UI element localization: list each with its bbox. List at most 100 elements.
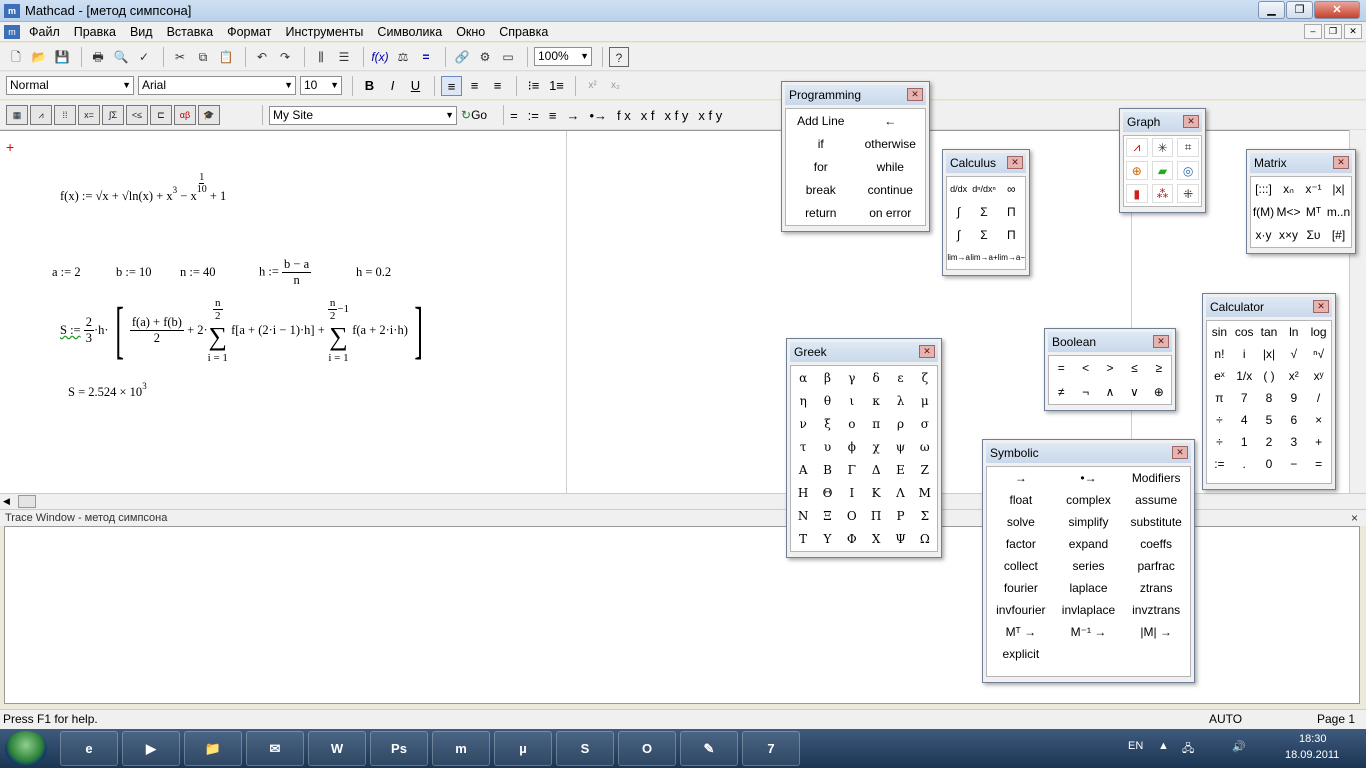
close-button[interactable]: ✕ <box>1314 1 1360 19</box>
network-icon[interactable]: 🖧 <box>1182 740 1194 759</box>
determinant-button[interactable]: |x| <box>1326 177 1351 200</box>
boolean-button-8[interactable]: ∨ <box>1122 380 1146 404</box>
doc-close-button[interactable]: ✕ <box>1344 24 1362 39</box>
align-across-icon[interactable]: ⫼ <box>311 47 331 67</box>
function-definition[interactable]: f(x) := √x + √ln(x) + x3 − x 1 10 + 1 <box>60 172 226 215</box>
greek-close-button[interactable]: ✕ <box>919 345 935 358</box>
bold-button[interactable]: B <box>359 76 380 96</box>
summation-button[interactable]: Σ <box>970 200 997 223</box>
picture-button[interactable]: [#] <box>1326 223 1351 246</box>
calculator-button-29[interactable]: + <box>1306 431 1331 453</box>
greek-button-21[interactable]: χ <box>864 435 888 458</box>
greek-button-19[interactable]: υ <box>815 435 839 458</box>
menu-view[interactable]: Вид <box>123 25 160 39</box>
calculator-button-5[interactable]: n! <box>1207 343 1232 365</box>
align-center-icon[interactable]: ≡ <box>464 76 485 96</box>
mathcad-taskbar-icon[interactable]: m <box>432 731 490 766</box>
trace-close-button[interactable]: × <box>1351 510 1358 527</box>
underline-button[interactable]: U <box>405 76 426 96</box>
copy-icon[interactable]: ⧉ <box>193 47 213 67</box>
calculator-button-10[interactable]: eˣ <box>1207 365 1232 387</box>
vector-sum-button[interactable]: Συ <box>1301 223 1326 246</box>
calculator-button-11[interactable]: 1/x <box>1232 365 1257 387</box>
op-global-define[interactable]: ≡ <box>549 108 557 123</box>
boolean-button-5[interactable]: ≠ <box>1049 380 1073 404</box>
insert-hyperlink-icon[interactable]: 🔗 <box>452 47 472 67</box>
numbering-icon[interactable]: 1≡ <box>546 76 567 96</box>
calculus-close-button[interactable]: ✕ <box>1007 156 1023 169</box>
boolean-close-button[interactable]: ✕ <box>1153 335 1169 348</box>
clock-time[interactable]: 18:30 <box>1299 733 1327 745</box>
greek-button-10[interactable]: λ <box>888 389 912 412</box>
superscript-icon[interactable]: x² <box>582 76 603 96</box>
symbolic-button-9[interactable]: factor <box>987 533 1055 555</box>
scatter-plot-icon[interactable]: ⁂ <box>1151 184 1174 203</box>
op-infix[interactable]: x f y <box>665 108 689 123</box>
symbolic-button-23[interactable]: |M| → <box>1122 621 1190 643</box>
inverse-button[interactable]: x⁻¹ <box>1301 177 1326 200</box>
symbolic-button-2[interactable]: Modifiers <box>1122 467 1190 489</box>
component-wizard-icon[interactable]: ⚙ <box>475 47 495 67</box>
greek-button-8[interactable]: ι <box>840 389 864 412</box>
menu-edit[interactable]: Правка <box>67 25 123 39</box>
calculator-button-15[interactable]: π <box>1207 387 1232 409</box>
skype-icon[interactable]: S <box>556 731 614 766</box>
limit-button[interactable]: lim→a <box>947 246 970 269</box>
continue-button[interactable]: continue <box>856 178 926 201</box>
restore-button[interactable]: ❐ <box>1286 1 1313 19</box>
boolean-button-4[interactable]: ≥ <box>1147 356 1171 380</box>
symbolic-button-10[interactable]: expand <box>1055 533 1123 555</box>
greek-button-33[interactable]: Κ <box>864 481 888 504</box>
S-result[interactable]: S = 2.524 × 103 <box>68 381 147 400</box>
greek-button-14[interactable]: ο <box>840 412 864 435</box>
notes-icon[interactable]: ✎ <box>680 731 738 766</box>
symbolic-button-15[interactable]: fourier <box>987 577 1055 599</box>
boolean-button-1[interactable]: < <box>1073 356 1097 380</box>
greek-button-25[interactable]: Β <box>815 458 839 481</box>
tray-arrow-icon[interactable]: ▲ <box>1158 740 1169 752</box>
greek-button-13[interactable]: ξ <box>815 412 839 435</box>
matrix-toolbar-icon[interactable]: ⁞⁞ <box>54 105 76 125</box>
greek-button-45[interactable]: Χ <box>864 527 888 550</box>
symbolic-button-22[interactable]: M⁻¹ → <box>1055 621 1123 643</box>
graph-close-button[interactable]: ✕ <box>1183 115 1199 128</box>
calculator-button-6[interactable]: i <box>1232 343 1257 365</box>
menu-file[interactable]: Файл <box>22 25 67 39</box>
site-select[interactable]: My Site ▼ <box>269 105 457 125</box>
boolean-button-2[interactable]: > <box>1098 356 1122 380</box>
greek-button-6[interactable]: η <box>791 389 815 412</box>
calculator-button-1[interactable]: cos <box>1232 321 1257 343</box>
op-symbolic-keyword[interactable]: •→ <box>589 108 607 123</box>
greek-button-30[interactable]: Η <box>791 481 815 504</box>
utorrent-icon[interactable]: µ <box>494 731 552 766</box>
b-definition[interactable]: b := 10 <box>116 265 152 280</box>
boolean-button-9[interactable]: ⊕ <box>1147 380 1171 404</box>
style-select[interactable]: Normal ▼ <box>6 76 134 95</box>
contour-plot-icon[interactable]: ⊕ <box>1126 161 1148 180</box>
evaluation-toolbar-icon[interactable]: x= <box>78 105 100 125</box>
add-line-button[interactable]: Add Line <box>786 109 856 132</box>
op-prefix[interactable]: f x <box>617 108 631 123</box>
doc-restore-button[interactable]: ❐ <box>1324 24 1342 39</box>
font-select[interactable]: Arial ▼ <box>138 76 296 95</box>
xy-plot-icon[interactable]: ⩘ <box>1126 138 1148 157</box>
calculator-button-32[interactable]: 0 <box>1257 453 1282 475</box>
calculator-button-31[interactable]: . <box>1232 453 1257 475</box>
zoom-select[interactable]: 100% ▼ <box>534 47 592 66</box>
boolean-button-7[interactable]: ∧ <box>1098 380 1122 404</box>
symbolic-button-20[interactable]: invztrans <box>1122 599 1190 621</box>
h-result[interactable]: h = 0.2 <box>356 265 391 280</box>
greek-button-7[interactable]: θ <box>815 389 839 412</box>
calculator-button-20[interactable]: ÷ <box>1207 409 1232 431</box>
print-preview-icon[interactable]: 🔍 <box>111 47 131 67</box>
range-variable-button[interactable]: m..n <box>1326 200 1351 223</box>
greek-button-32[interactable]: Ι <box>840 481 864 504</box>
while-button[interactable]: while <box>856 155 926 178</box>
indefinite-integral-button[interactable]: ∫ <box>947 223 970 246</box>
document-icon[interactable]: m <box>4 24 20 39</box>
greek-button-44[interactable]: Φ <box>840 527 864 550</box>
symbolic-button-0[interactable]: → <box>987 467 1055 489</box>
symbolic-button-5[interactable]: assume <box>1122 489 1190 511</box>
product-button[interactable]: Π <box>998 200 1025 223</box>
for-button[interactable]: for <box>786 155 856 178</box>
